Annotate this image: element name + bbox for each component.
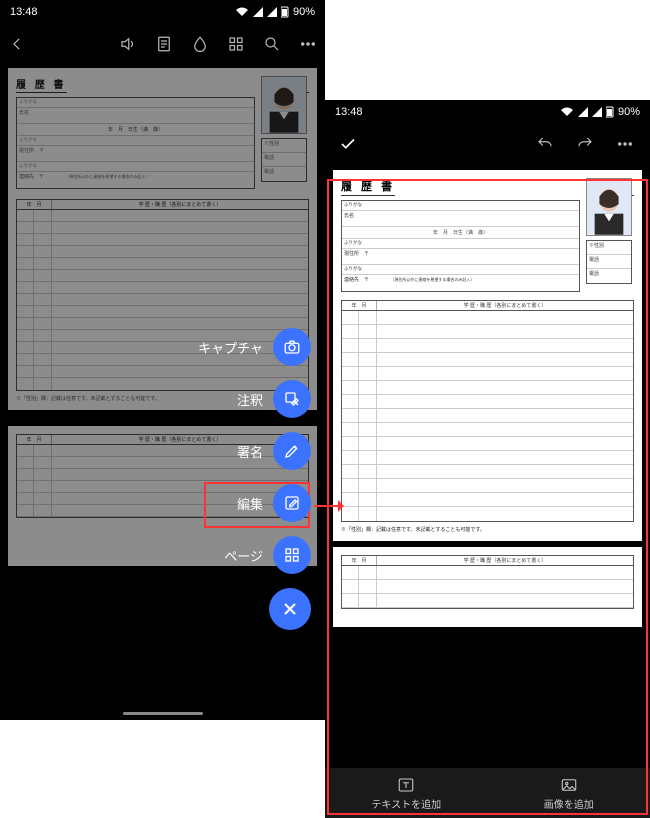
edit-icon xyxy=(273,484,311,522)
resume-title: 履 歴 書 xyxy=(16,76,67,93)
more-icon[interactable] xyxy=(297,33,319,55)
status-icons: 90% xyxy=(235,6,315,18)
fab-edit[interactable]: 編集 xyxy=(237,484,311,522)
edit-toolbar xyxy=(325,124,650,164)
edit-bottom-bar: テキストを追加 画像を追加 xyxy=(325,768,650,818)
fab-capture[interactable]: キャプチャ xyxy=(198,328,311,366)
more-icon[interactable] xyxy=(614,133,636,155)
resume-page-1: 履 歴 書 年 月 日現在 ふりがな 氏名 年 月 日生（満 歳） ふりがな 現… xyxy=(333,170,642,541)
android-nav-bar xyxy=(0,706,325,720)
resume-title: 履 歴 書 xyxy=(341,178,395,196)
resume-page-2: 年 月学 歴・職 歴（各別にまとめて書く） xyxy=(333,547,642,627)
back-icon[interactable] xyxy=(6,33,28,55)
resume-photo xyxy=(261,76,307,134)
pen-icon xyxy=(273,432,311,470)
arrow-icon xyxy=(314,498,344,519)
sound-icon[interactable] xyxy=(117,33,139,55)
status-time: 13:48 xyxy=(335,106,363,118)
edit-document-viewport[interactable]: 履 歴 書 年 月 日現在 ふりがな 氏名 年 月 日生（満 歳） ふりがな 現… xyxy=(325,164,650,768)
resume-photo[interactable] xyxy=(586,178,632,236)
fab-annotate[interactable]: 注釈 xyxy=(237,380,311,418)
add-text-button[interactable]: テキストを追加 xyxy=(325,768,488,818)
annotate-icon xyxy=(273,380,311,418)
status-icons: 90% xyxy=(560,106,640,118)
fab-close[interactable] xyxy=(269,588,311,630)
fab-sign[interactable]: 署名 xyxy=(237,432,311,470)
search-icon[interactable] xyxy=(261,33,283,55)
status-bar: 13:48 90% xyxy=(0,0,325,24)
undo-icon[interactable] xyxy=(534,133,556,155)
fab-page[interactable]: ページ xyxy=(224,536,311,574)
redo-icon[interactable] xyxy=(574,133,596,155)
status-bar: 13:48 90% xyxy=(325,100,650,124)
confirm-icon[interactable] xyxy=(331,131,357,157)
add-image-button[interactable]: 画像を追加 xyxy=(488,768,650,818)
fab-menu: キャプチャ 注釈 署名 編集 ページ xyxy=(198,328,311,630)
status-time: 13:48 xyxy=(10,6,38,18)
text-icon xyxy=(396,776,416,794)
grid-icon xyxy=(273,536,311,574)
document-icon[interactable] xyxy=(153,33,175,55)
grid-icon[interactable] xyxy=(225,33,247,55)
camera-icon xyxy=(273,328,311,366)
close-icon xyxy=(269,588,311,630)
image-icon xyxy=(559,776,579,794)
top-toolbar xyxy=(0,24,325,64)
drop-icon[interactable] xyxy=(189,33,211,55)
